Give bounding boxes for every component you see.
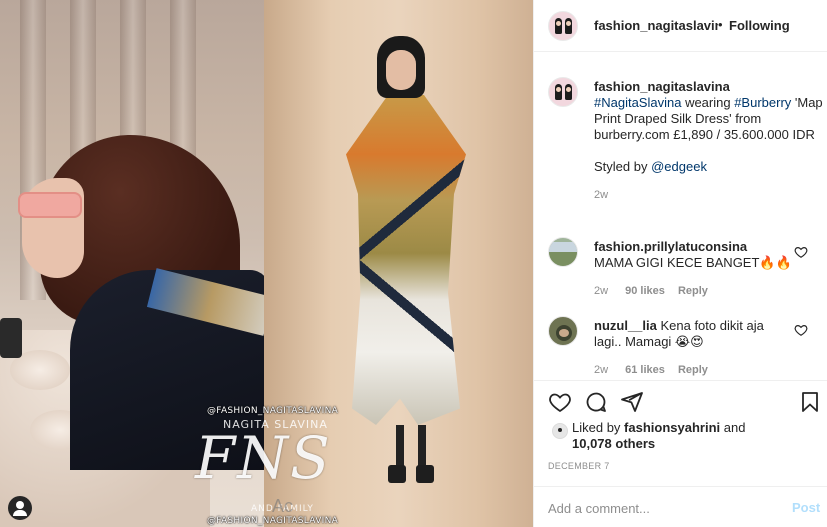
liked-prefix: Liked by	[572, 420, 625, 435]
model-face	[386, 50, 416, 90]
following-button[interactable]: Following	[729, 18, 790, 33]
post-image[interactable]: @FASHION_NAGITASLAVINA NAGITA SLAVINA FN…	[0, 0, 533, 527]
hashtag-link[interactable]: #NagitaSlavina	[594, 95, 681, 110]
styled-by-text: Styled by	[594, 159, 652, 174]
model-boots	[388, 465, 406, 483]
mention-link[interactable]: @edgeek	[651, 159, 707, 174]
comment-body: nuzul__lia Kena foto dikit aja lagi.. Ma…	[594, 318, 794, 350]
avatar[interactable]	[548, 77, 578, 107]
caption-text: wearing	[681, 95, 735, 110]
comment-time[interactable]: 2w	[594, 364, 608, 376]
bookmark-icon[interactable]	[798, 390, 822, 414]
header-username[interactable]: fashion_nagitaslavina	[594, 18, 718, 33]
add-comment-bar: Post	[534, 486, 827, 527]
comment-likes[interactable]: 90 likes	[625, 285, 665, 297]
post-caption: fashion_nagitaslavina #NagitaSlavina wea…	[594, 79, 824, 203]
comment: nuzul__lia Kena foto dikit aja lagi.. Ma…	[594, 318, 794, 378]
liked-by-avatar[interactable]	[552, 423, 568, 439]
heart-icon[interactable]	[794, 323, 808, 337]
post-button[interactable]: Post	[792, 500, 820, 515]
liked-by-text: Liked by fashionsyahrini and 10,078 othe…	[572, 420, 772, 452]
watermark-logo: FNS	[195, 424, 332, 492]
user-tag-icon[interactable]	[8, 496, 32, 520]
watermark: @FASHION_NAGITASLAVINA NAGITA SLAVINA FN…	[193, 402, 339, 527]
avatar[interactable]	[548, 11, 578, 41]
comment-username[interactable]: nuzul__lia	[594, 318, 657, 333]
speaker	[0, 318, 22, 358]
caption-time[interactable]: 2w	[594, 187, 824, 203]
separator-dot: •	[718, 17, 723, 32]
post-date[interactable]: DECEMBER 7	[548, 461, 610, 471]
liked-suffix: and	[720, 420, 746, 435]
comment-meta: 2w 90 likes Reply	[594, 283, 794, 299]
watermark-handle: @FASHION_NAGITASLAVINA	[207, 406, 339, 416]
comment: fashion.prillylatuconsina MAMA GIGI KECE…	[594, 239, 794, 299]
comment-meta: 2w 61 likes Reply	[594, 362, 794, 378]
avatar[interactable]	[548, 237, 578, 267]
heart-icon[interactable]	[548, 390, 572, 414]
heart-icon[interactable]	[794, 245, 808, 259]
comment-input[interactable]	[548, 498, 778, 518]
activate-windows-overlay: Ac	[272, 496, 294, 516]
hashtag-link[interactable]: #Burberry	[734, 95, 791, 110]
share-icon[interactable]	[620, 390, 644, 414]
liked-user[interactable]: fashionsyahrini	[624, 420, 720, 435]
reply-button[interactable]: Reply	[678, 364, 708, 376]
caption-styled-by: Styled by @edgeek	[594, 159, 824, 175]
comment-time[interactable]: 2w	[594, 285, 608, 297]
caption-username[interactable]: fashion_nagitaslavina	[594, 79, 824, 95]
reply-button[interactable]: Reply	[678, 285, 708, 297]
post-header: fashion_nagitaslavina • Following	[534, 0, 827, 52]
liked-others[interactable]: 10,078 others	[572, 436, 655, 451]
comment-text: MAMA GIGI KECE BANGET🔥🔥	[594, 255, 792, 270]
comment-likes[interactable]: 61 likes	[625, 364, 665, 376]
avatar[interactable]	[548, 316, 578, 346]
printed-silk-dress	[346, 95, 466, 425]
watermark-handle: @FASHION_NAGITASLAVINA	[207, 516, 339, 526]
post-panel: fashion_nagitaslavina • Following fashio…	[533, 0, 827, 527]
pink-sunglasses	[18, 192, 82, 218]
comment-icon[interactable]	[584, 390, 608, 414]
comment-username[interactable]: fashion.prillylatuconsina	[594, 239, 794, 255]
